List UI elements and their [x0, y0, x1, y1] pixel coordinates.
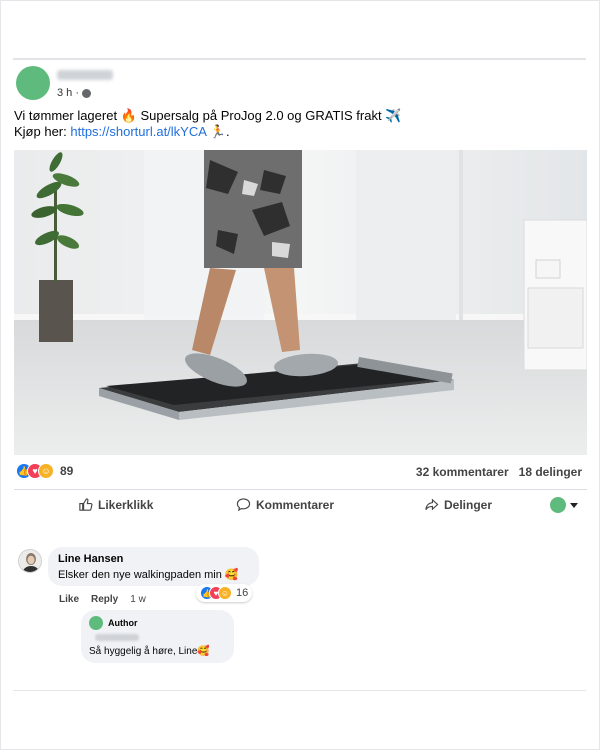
page-avatar[interactable]	[16, 66, 50, 100]
post-link[interactable]: https://shorturl.at/lkYCA	[70, 124, 206, 139]
thumbs-up-icon	[79, 498, 93, 511]
post-image[interactable]	[14, 150, 587, 455]
reply-text: Så hyggelig å høre, Line🥰	[89, 646, 210, 657]
like-button[interactable]: Likerklikk	[78, 497, 153, 512]
globe-icon	[82, 88, 92, 98]
share-button-label: Delinger	[444, 497, 493, 512]
comment-author[interactable]: Line Hansen	[58, 553, 249, 565]
actions-divider	[14, 489, 587, 490]
reply-header: Author	[89, 616, 226, 630]
post-actions: Likerklikk Kommentarer Delinger	[14, 497, 587, 517]
post-text-suffix: 🏃.	[206, 124, 230, 139]
comment-text: Elsker den nye walkingpaden min 🥰	[58, 569, 239, 581]
reply-name-redacted	[95, 634, 139, 641]
like-button-label: Likerklikk	[98, 497, 154, 512]
post-reactions[interactable]: 👍 ♥ ☺ 89	[16, 463, 73, 479]
treadmill-photo	[14, 150, 587, 455]
comment-button[interactable]: Kommentarer	[236, 497, 334, 512]
post-text-line2: Kjøp her: https://shorturl.at/lkYCA 🏃.	[14, 124, 574, 140]
profile-switcher[interactable]	[550, 497, 578, 513]
share-button[interactable]: Delinger	[424, 497, 492, 512]
comments-count[interactable]: 32 kommentarer	[416, 465, 509, 479]
care-reaction-icon: ☺	[38, 463, 54, 479]
post-timestamp[interactable]: 3 h ·	[57, 87, 92, 99]
comment-bubble: Line Hansen Elsker den nye walkingpaden …	[48, 547, 259, 586]
comment-actions: Like Reply 1 w	[59, 594, 146, 605]
reply-bubble: Author Så hyggelig å høre, Line🥰	[81, 610, 234, 663]
top-divider	[13, 58, 586, 60]
reaction-count: 89	[60, 464, 74, 478]
post-counts: 32 kommentarer 18 delinger	[416, 465, 582, 479]
comment-reaction-count: 16	[236, 587, 249, 599]
post-text-prefix: Kjøp her:	[14, 124, 71, 139]
reply-author-avatar[interactable]	[89, 616, 103, 630]
share-icon	[425, 498, 439, 511]
post-text: Vi tømmer lageret 🔥 Supersalg på ProJog …	[14, 108, 574, 140]
commenter-avatar[interactable]	[18, 549, 42, 573]
comment-reaction-icons: 👍 ♥ ☺	[200, 586, 232, 600]
comment-reactions[interactable]: 👍 ♥ ☺ 16	[196, 584, 253, 602]
post-time-text: 3 h ·	[57, 87, 80, 99]
comment-button-label: Kommentarer	[256, 497, 335, 512]
chevron-down-icon	[570, 502, 578, 508]
comment-age[interactable]: 1 w	[130, 594, 146, 605]
bottom-divider	[13, 690, 586, 691]
profile-avatar	[550, 497, 566, 513]
reaction-icons: 👍 ♥ ☺	[16, 463, 54, 479]
post-text-line1: Vi tømmer lageret 🔥 Supersalg på ProJog …	[14, 108, 402, 123]
comment-like-link[interactable]: Like	[59, 594, 79, 605]
comment-reply-link[interactable]: Reply	[91, 594, 118, 605]
shares-count[interactable]: 18 delinger	[519, 465, 582, 479]
care-reaction-icon: ☺	[218, 586, 232, 600]
comment-icon	[236, 498, 251, 512]
reply-author[interactable]: Author	[108, 618, 138, 628]
page-name-redacted[interactable]	[57, 70, 113, 80]
